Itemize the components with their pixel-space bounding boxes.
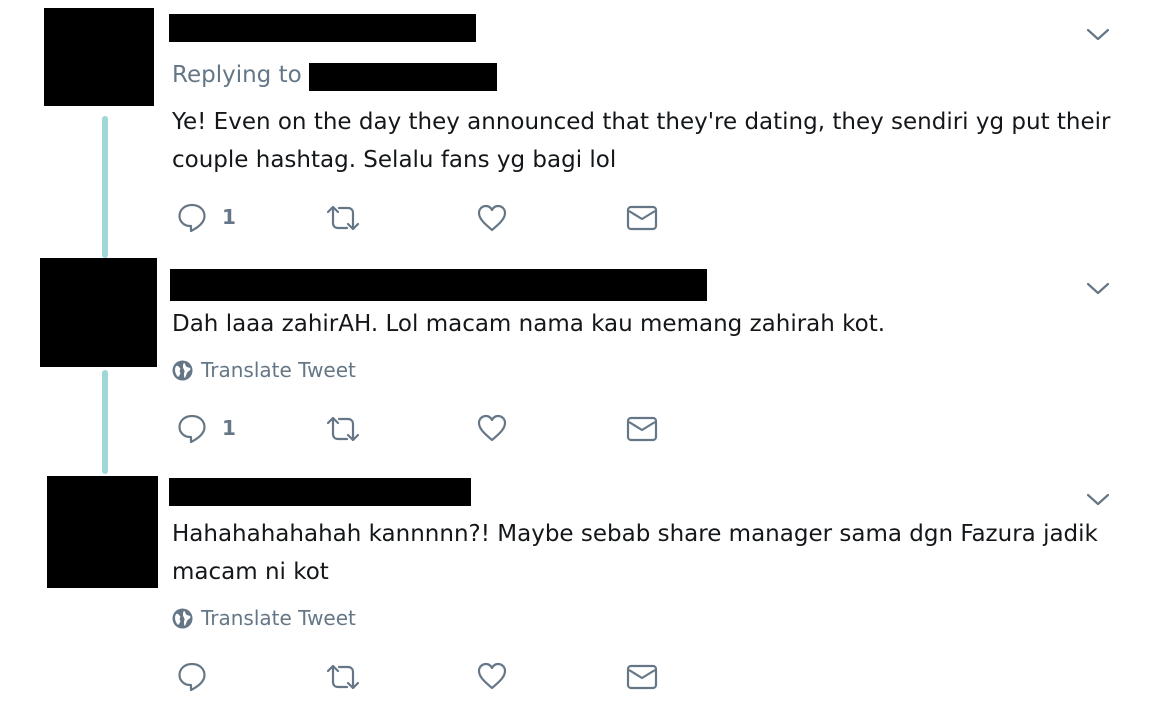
tweet-text: Ye! Even on the day they announced that … xyxy=(172,109,1111,173)
author-name-redacted[interactable] xyxy=(169,478,471,506)
retweet-icon xyxy=(325,203,361,233)
reply-icon xyxy=(176,201,208,233)
retweet-button[interactable] xyxy=(325,203,361,233)
thread-connector-line xyxy=(102,370,108,474)
avatar-redacted[interactable] xyxy=(40,258,157,367)
chevron-down-icon[interactable] xyxy=(1084,278,1112,298)
translate-tweet-link[interactable]: Translate Tweet xyxy=(172,358,356,382)
like-button[interactable] xyxy=(476,203,508,233)
avatar-redacted[interactable] xyxy=(47,476,158,588)
chevron-down-icon[interactable] xyxy=(1084,489,1112,509)
direct-message-button[interactable] xyxy=(626,415,658,443)
reply-button[interactable] xyxy=(176,660,222,692)
reply-count: 1 xyxy=(222,416,236,440)
direct-message-button[interactable] xyxy=(626,204,658,232)
globe-icon xyxy=(172,360,193,381)
chevron-down-icon[interactable] xyxy=(1084,24,1112,44)
reply-button[interactable]: 1 xyxy=(176,201,236,233)
translate-tweet-label: Translate Tweet xyxy=(201,606,356,630)
avatar-redacted[interactable] xyxy=(44,8,154,106)
replying-to-handle-redacted[interactable] xyxy=(309,63,497,91)
envelope-icon xyxy=(626,663,658,691)
retweet-icon xyxy=(325,414,361,444)
retweet-button[interactable] xyxy=(325,662,361,692)
translate-tweet-label: Translate Tweet xyxy=(201,358,356,382)
envelope-icon xyxy=(626,204,658,232)
replying-to-label: Replying to xyxy=(172,62,302,88)
direct-message-button[interactable] xyxy=(626,663,658,691)
like-button[interactable] xyxy=(476,661,508,691)
reply-button[interactable]: 1 xyxy=(176,412,236,444)
author-name-redacted[interactable] xyxy=(170,269,707,301)
globe-icon xyxy=(172,608,193,629)
heart-icon xyxy=(476,413,508,443)
heart-icon xyxy=(476,203,508,233)
like-button[interactable] xyxy=(476,413,508,443)
heart-icon xyxy=(476,661,508,691)
retweet-icon xyxy=(325,662,361,692)
reply-icon xyxy=(176,660,208,692)
reply-count: 1 xyxy=(222,205,236,229)
reply-icon xyxy=(176,412,208,444)
author-name-redacted[interactable] xyxy=(169,14,476,42)
thread-connector-line xyxy=(102,116,108,258)
translate-tweet-link[interactable]: Translate Tweet xyxy=(172,606,356,630)
tweet-text: Hahahahahahah kannnnn?! Maybe sebab shar… xyxy=(172,521,1098,585)
tweet-text: Dah laaa zahirAH. Lol macam nama kau mem… xyxy=(172,311,886,337)
envelope-icon xyxy=(626,415,658,443)
retweet-button[interactable] xyxy=(325,414,361,444)
